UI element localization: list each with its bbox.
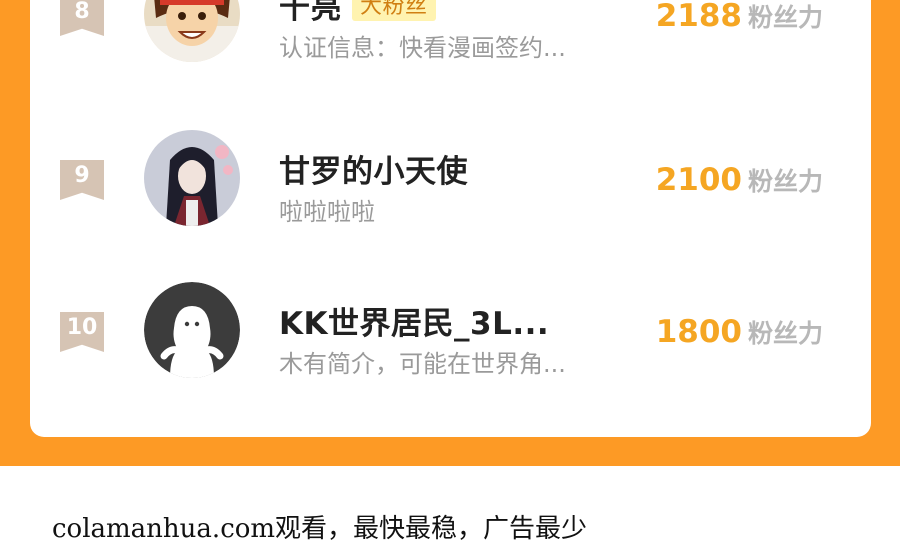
avatar[interactable]: [144, 0, 240, 62]
cartoon-boy-avatar-icon: [144, 0, 240, 62]
user-name[interactable]: 千亮 大粉丝: [279, 0, 436, 27]
score-value: 1800: [655, 314, 742, 350]
rank-badge: 9: [60, 160, 104, 200]
default-user-avatar-icon: [144, 282, 240, 378]
leaderboard-row[interactable]: 9 甘罗的小天使 啦啦啦啦 2100 粉丝力: [30, 118, 871, 238]
watermark-footer-text: colamanhua.com观看，最快最稳，广告最少: [52, 514, 588, 544]
user-name-text: 甘罗的小天使: [279, 154, 468, 190]
score-value: 2100: [655, 162, 742, 198]
user-description: 认证信息：快看漫画签约...: [279, 34, 566, 62]
user-name-text: KK世界居民_3L...: [279, 306, 550, 342]
fan-level-badge: 大粉丝: [352, 0, 436, 21]
fan-power-score: 2188 粉丝力: [656, 0, 823, 34]
rank-number: 9: [74, 163, 90, 188]
fan-power-score: 2100 粉丝力: [656, 162, 823, 198]
leaderboard-row[interactable]: 8 千亮 大粉丝 认证信息：快看漫画签约... 2188 粉丝力: [30, 0, 871, 74]
leaderboard-card: 8 千亮 大粉丝 认证信息：快看漫画签约... 2188 粉丝力 9 甘罗的小天…: [30, 0, 871, 437]
user-description: 木有简介，可能在世界角...: [279, 350, 566, 378]
leaderboard-row[interactable]: 10 KK世界居民_3L... 木有简介，可能在世界角... 1800 粉丝力: [30, 270, 871, 390]
user-name[interactable]: KK世界居民_3L...: [279, 298, 549, 343]
score-unit: 粉丝力: [747, 3, 823, 32]
user-name-text: 千亮: [279, 0, 342, 26]
rank-number: 10: [66, 315, 98, 340]
rank-number: 8: [74, 0, 90, 24]
rank-badge: 10: [60, 312, 104, 352]
score-unit: 粉丝力: [747, 167, 823, 196]
fan-power-score: 1800 粉丝力: [656, 314, 823, 350]
score-unit: 粉丝力: [747, 319, 823, 348]
anime-character-avatar-icon: [144, 130, 240, 226]
score-value: 2188: [655, 0, 742, 34]
rank-badge: 8: [60, 0, 104, 36]
avatar[interactable]: [144, 282, 240, 378]
avatar[interactable]: [144, 130, 240, 226]
user-description: 啦啦啦啦: [279, 198, 375, 226]
user-name[interactable]: 甘罗的小天使: [279, 146, 468, 191]
